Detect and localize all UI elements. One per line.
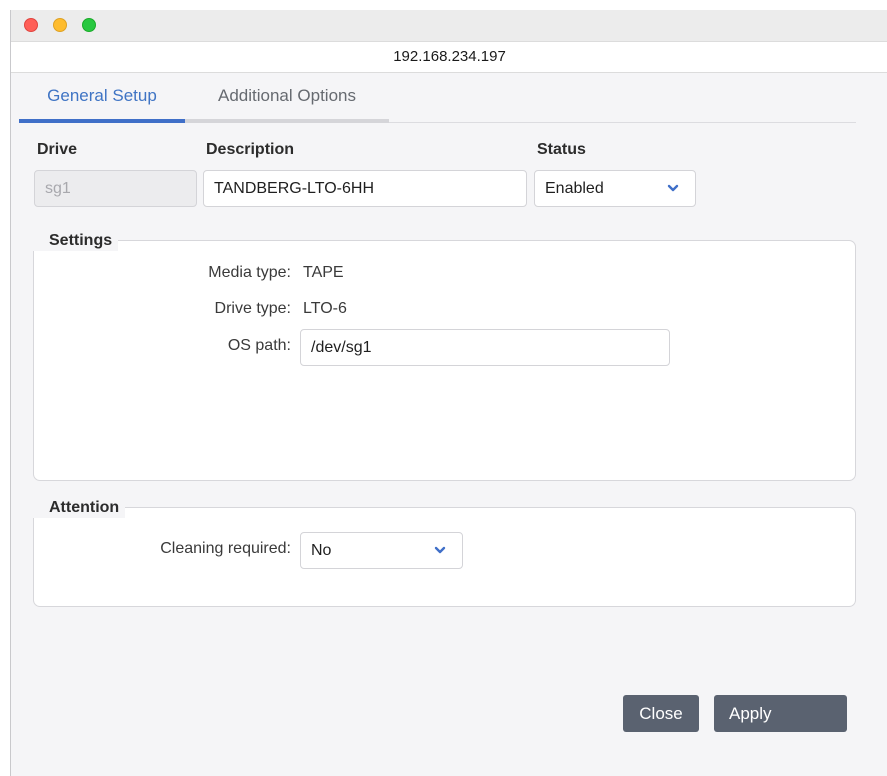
tab-additional-options[interactable]: Additional Options bbox=[185, 73, 389, 123]
window-address: 192.168.234.197 bbox=[11, 41, 887, 73]
apply-button[interactable]: Apply bbox=[714, 695, 847, 732]
close-button[interactable]: Close bbox=[623, 695, 699, 732]
dialog-window: 192.168.234.197 General Setup Additional… bbox=[10, 10, 887, 776]
media-type-value: TAPE bbox=[303, 264, 344, 281]
drive-type-label: Drive type: bbox=[214, 300, 291, 317]
cleaning-required-value: No bbox=[311, 542, 332, 559]
drive-type-value: LTO-6 bbox=[303, 300, 347, 317]
zoom-window-icon[interactable] bbox=[82, 18, 96, 32]
attention-group-title: Attention bbox=[33, 498, 126, 518]
os-path-label: OS path: bbox=[227, 337, 291, 354]
settings-group-title: Settings bbox=[33, 231, 119, 251]
chevron-down-icon bbox=[434, 546, 446, 554]
close-window-icon[interactable] bbox=[24, 18, 38, 32]
description-label: Description bbox=[206, 141, 295, 158]
title-bar bbox=[11, 10, 887, 41]
status-select-value: Enabled bbox=[545, 180, 604, 197]
chevron-down-icon bbox=[667, 184, 679, 192]
drive-field bbox=[34, 170, 197, 207]
minimize-window-icon[interactable] bbox=[53, 18, 67, 32]
description-field[interactable] bbox=[203, 170, 527, 207]
tab-bar: General Setup Additional Options bbox=[19, 73, 856, 123]
os-path-field[interactable] bbox=[300, 329, 670, 366]
tab-general-setup[interactable]: General Setup bbox=[19, 73, 185, 123]
drive-label: Drive bbox=[37, 141, 78, 158]
media-type-label: Media type: bbox=[208, 264, 291, 281]
status-select[interactable]: Enabled bbox=[534, 170, 696, 207]
status-label: Status bbox=[537, 141, 586, 158]
cleaning-required-label: Cleaning required: bbox=[160, 540, 291, 557]
cleaning-required-select[interactable]: No bbox=[300, 532, 463, 569]
